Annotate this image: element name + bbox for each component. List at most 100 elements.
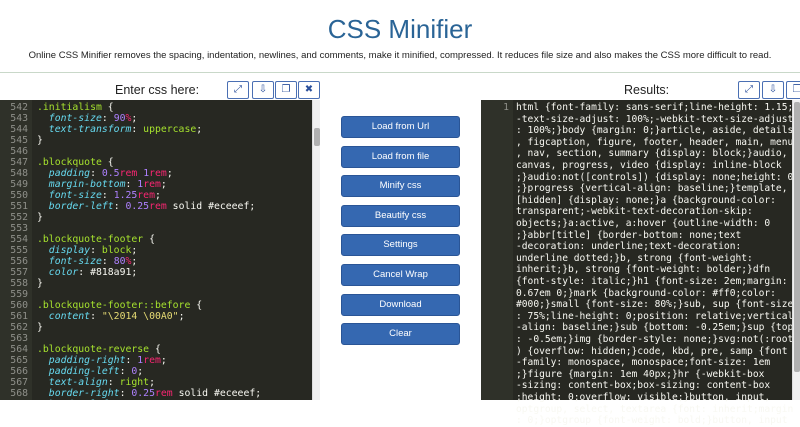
line-number: 566 (10, 366, 28, 377)
line-number: 550 (10, 190, 28, 201)
code-line: padding: 0.5rem 1rem; (48, 168, 173, 179)
expand-icon: ⤢ (234, 84, 242, 95)
result-code-line: ;height: 0;overflow: visible;}button, in… (516, 392, 771, 403)
code-line: .initialism { (37, 102, 114, 113)
line-number: 547 (10, 157, 28, 168)
expand-icon: ⤢ (745, 84, 753, 95)
line-number: 553 (10, 223, 28, 234)
download-icon: ⇩ (258, 84, 268, 95)
download-icon: ⇩ (768, 84, 778, 95)
page-subtitle: Online CSS Minifier removes the spacing,… (28, 50, 772, 61)
result-code-line: -align: baseline;}sub {bottom: -0.25em;}… (516, 322, 794, 334)
code-line: padding-left: 0; (48, 366, 144, 377)
code-line: } (37, 278, 43, 289)
settings-button[interactable]: Settings (341, 234, 460, 257)
result-code-line: , nav, section, summary {display: block;… (516, 148, 788, 160)
line-number: 554 (10, 234, 28, 245)
result-copy-button[interactable]: ❐ (786, 81, 800, 99)
result-code-line: optgroup, select, textarea {font: inheri… (516, 403, 794, 415)
result-code-line: ;}audio:not([controls]) {display: none;h… (516, 171, 794, 183)
beautify-css-button[interactable]: Beautify css (341, 204, 460, 227)
line-number: 561 (10, 311, 28, 322)
line-number: 545 (10, 135, 28, 146)
result-code-line: underline dotted;}b, strong {font-weight… (516, 252, 753, 264)
line-number: 548 (10, 168, 28, 179)
code-line: text-transform: uppercase; (48, 124, 203, 135)
code-line: text-align: right; (48, 377, 155, 388)
result-code-line: -sizing: content-box;box-sizing: content… (516, 380, 771, 392)
line-number: 542 (10, 102, 28, 113)
line-number: 551 (10, 201, 28, 212)
result-code-line: -decoration: underline;text-decoration: (516, 241, 742, 253)
page-title: CSS Minifier (327, 14, 473, 44)
load-from-url-button[interactable]: Load from Url (341, 116, 460, 138)
result-scrollbar-thumb[interactable] (794, 102, 800, 372)
line-number: 562 (10, 322, 28, 333)
result-code-line: canvas, progress, video {display: inline… (516, 160, 782, 171)
line-number: 564 (10, 344, 28, 355)
download-button[interactable]: Download (341, 293, 460, 316)
input-scrollbar-thumb[interactable] (314, 128, 320, 146)
code-line: .blockquote-reverse { (37, 344, 161, 355)
result-code-line: {font-style: italic;}h1 {font-size: 2em;… (516, 276, 788, 287)
code-line: padding-right: 1rem; (48, 355, 167, 366)
load-from-file-button[interactable]: Load from file (341, 145, 460, 168)
line-number: 558 (10, 278, 28, 289)
line-number: 565 (10, 355, 28, 366)
line-number: 559 (10, 289, 28, 300)
input-expand-button[interactable]: ⤢ (227, 81, 249, 99)
page-header: CSS Minifier Online CSS Minifier removes… (0, 0, 800, 73)
clear-icon: ✖ (304, 84, 314, 95)
line-number: 546 (10, 146, 28, 157)
result-code-line: 0.67em 0;}mark {background-color: #ff0;c… (516, 287, 776, 299)
result-scrollbar[interactable] (792, 100, 800, 400)
result-code-line: ;}abbr[title] {border-bottom: none;text (516, 229, 742, 241)
css-input-editor[interactable]: 542 .initialism {543 font-size: 90%; 544 t… (0, 100, 312, 400)
input-download-button[interactable]: ⇩ (252, 81, 274, 99)
result-expand-button[interactable]: ⤢ (738, 81, 760, 99)
result-code-line: #000;}small {font-size: 80%;}sub, sup {f… (516, 299, 794, 311)
result-code-line: : 75%;line-height: 0;position: relative;… (516, 310, 794, 322)
result-code-line: inherit;}b, strong {font-weight: bolder;… (516, 264, 771, 276)
input-scrollbar[interactable] (312, 100, 320, 400)
result-code-line: : -0.5em;}img {border-style: none;}svg:n… (516, 334, 794, 345)
clear-button[interactable]: Clear (341, 323, 460, 346)
line-number: 560 (10, 300, 28, 311)
code-line: display: block; (48, 245, 138, 256)
code-line: content: "\2014 \00A0"; (48, 311, 185, 322)
result-line-gutter (481, 100, 513, 400)
result-code-line: : 100%;}body {margin: 0;}article, aside,… (516, 125, 794, 137)
line-number: 563 (10, 333, 28, 344)
cancel-wrap-button[interactable]: Cancel Wrap (341, 264, 460, 286)
result-code-line: [hidden] {display: none;}a {background-c… (516, 194, 776, 206)
code-line: } (37, 135, 43, 146)
code-line: border-right: 0.25rem solid #eceeef; (48, 388, 262, 399)
input-copy-button[interactable]: ❐ (275, 81, 297, 99)
result-code-line: ;}figure {margin: 1em 40px;}hr {-webkit-… (516, 368, 765, 380)
code-line: color: #818a91; (48, 267, 138, 278)
input-panel-label: Enter css here: (115, 83, 200, 97)
line-number: 544 (10, 124, 28, 135)
line-number: 557 (10, 267, 28, 278)
code-line: .blockquote-footer::before { (37, 300, 203, 311)
code-line: margin-bottom: 1rem; (48, 179, 167, 190)
line-number: 543 (10, 113, 28, 124)
input-clear-button[interactable]: ✖ (298, 81, 320, 99)
line-number: 568 (10, 388, 28, 399)
code-line: .blockquote-footer { (37, 234, 155, 245)
minify-css-button[interactable]: Minify css (341, 175, 460, 198)
result-download-button[interactable]: ⇩ (762, 81, 784, 99)
result-code-line: : 0;}optgroup {font-weight: bold;}button… (516, 415, 788, 427)
line-number: 567 (10, 377, 28, 388)
line-number: 552 (10, 212, 28, 223)
line-number: 556 (10, 256, 28, 267)
result-code-line: -family: monospace, monospace;font-size:… (516, 357, 771, 369)
output-panel-label: Results: (624, 83, 670, 97)
code-line: .blockquote { (37, 157, 114, 168)
result-code-line: objects;}a:active, a:hover {outline-widt… (516, 218, 771, 229)
copy-icon: ❐ (281, 84, 291, 95)
code-line: font-size: 1.25rem; (48, 190, 161, 201)
result-code-line: -text-size-adjust: 100%;-webkit-text-siz… (516, 113, 794, 125)
result-code-line: , figcaption, figure, footer, header, ma… (516, 136, 794, 148)
code-line: } (37, 322, 43, 333)
